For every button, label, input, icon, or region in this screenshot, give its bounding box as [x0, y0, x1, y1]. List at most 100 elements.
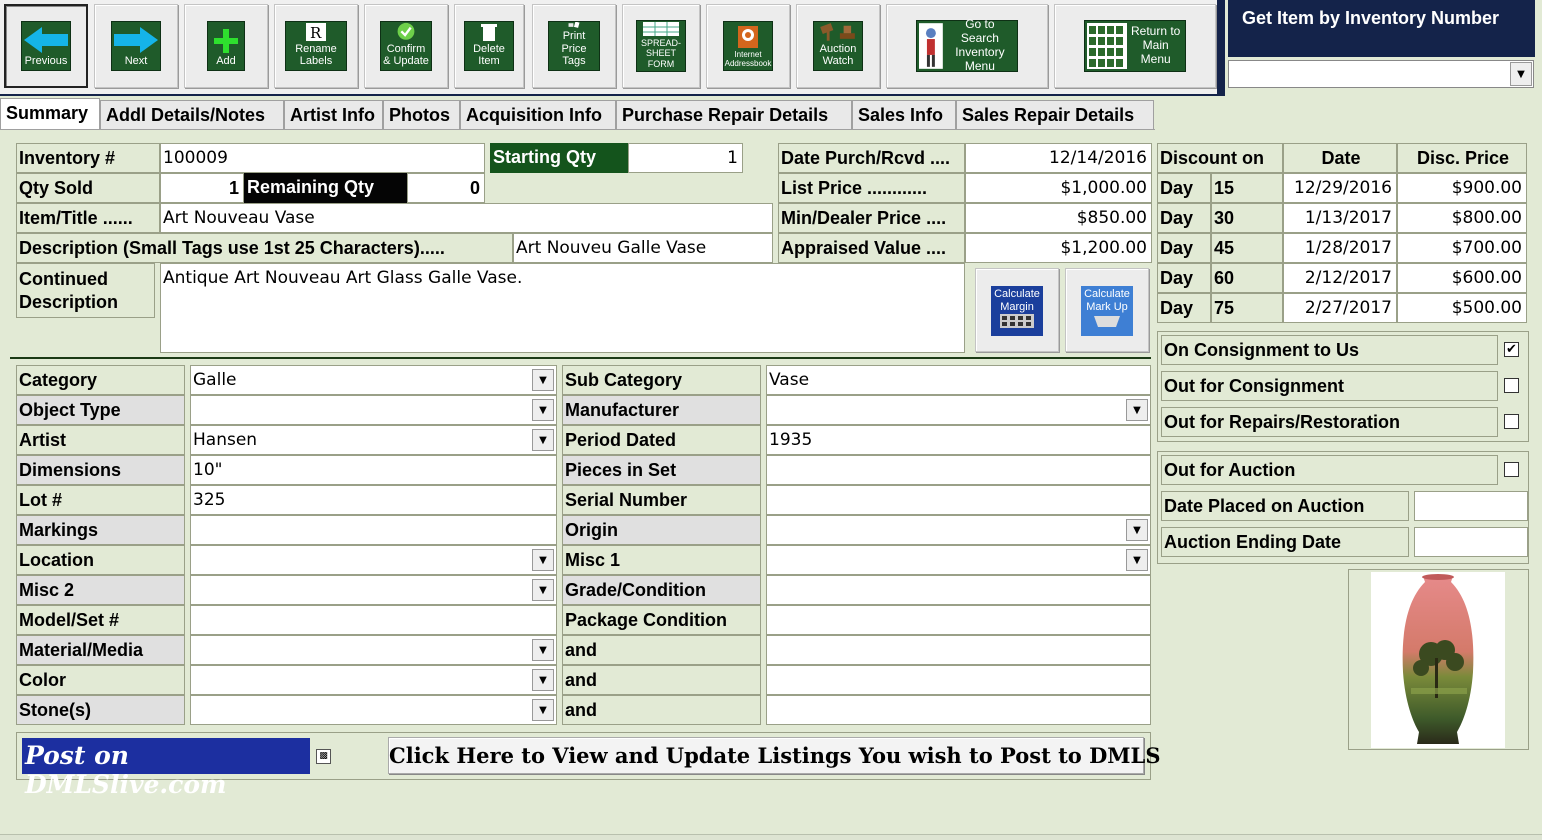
next-button[interactable]: Next [94, 4, 178, 88]
starting-qty-field[interactable]: 1 [628, 143, 743, 173]
tab-addl-details[interactable]: Addl Details/Notes [100, 100, 284, 129]
inventory-field[interactable]: 100009 [160, 143, 485, 173]
detail-label: and [562, 665, 761, 695]
detail-combo[interactable]: ▼ [766, 395, 1151, 425]
item-photo [1371, 572, 1505, 748]
detail-value: Hansen [193, 430, 258, 450]
discount-day-label: Day [1157, 293, 1211, 323]
inventory-label: Inventory # [16, 143, 160, 173]
tab-artist-info[interactable]: Artist Info [284, 100, 383, 129]
detail-value: 10" [193, 460, 223, 480]
list-price-field[interactable]: $1,000.00 [965, 173, 1152, 203]
detail-field[interactable] [766, 665, 1151, 695]
detail-combo[interactable]: Hansen ▼ [190, 425, 557, 455]
discount-days: 30 [1211, 203, 1283, 233]
detail-label: Grade/Condition [562, 575, 761, 605]
detail-field[interactable] [766, 455, 1151, 485]
tab-summary[interactable]: Summary [0, 98, 100, 129]
trash-icon [481, 23, 497, 41]
out-auction-checkbox[interactable] [1504, 462, 1519, 477]
detail-combo[interactable]: ▼ [190, 545, 557, 575]
tab-sales-repair-details[interactable]: Sales Repair Details [956, 100, 1154, 129]
detail-label: Lot # [16, 485, 185, 515]
detail-field[interactable]: 10" [190, 455, 557, 485]
get-item-combo[interactable]: ▼ [1228, 60, 1534, 88]
globe-icon [738, 25, 758, 48]
post-dmls-checkbox[interactable]: ▩ [316, 749, 331, 764]
detail-combo[interactable]: ▼ [190, 395, 557, 425]
spreadsheet-form-button[interactable]: SPREAD- SHEET FORM [622, 4, 700, 88]
detail-combo[interactable]: ▼ [766, 545, 1151, 575]
go-to-search-inventory-button[interactable]: Go to Search Inventory Menu [886, 4, 1048, 88]
date-placed-auction-field[interactable] [1414, 491, 1528, 521]
remaining-qty-field[interactable]: 0 [407, 173, 485, 203]
qty-sold-field[interactable]: 1 [160, 173, 244, 203]
auction-watch-button[interactable]: Auction Watch [796, 4, 880, 88]
calculate-margin-button[interactable]: Calculate Margin [975, 268, 1059, 352]
tab-sales-info[interactable]: Sales Info [852, 100, 956, 129]
detail-combo[interactable]: Galle ▼ [190, 365, 557, 395]
continued-description-field[interactable]: Antique Art Nouveau Art Glass Galle Vase… [160, 263, 965, 353]
internet-addressbook-button[interactable]: Internet Addressbook [706, 4, 790, 88]
detail-label: Misc 2 [16, 575, 185, 605]
appraised-field[interactable]: $1,200.00 [965, 233, 1152, 263]
detail-label: Sub Category [562, 365, 761, 395]
previous-button[interactable]: Previous [4, 4, 88, 88]
tab-purchase-repair-details[interactable]: Purchase Repair Details [616, 100, 852, 129]
chevron-down-icon[interactable]: ▼ [1126, 519, 1148, 541]
detail-field[interactable] [766, 485, 1151, 515]
chevron-down-icon[interactable]: ▼ [532, 429, 554, 451]
chevron-down-icon[interactable]: ▼ [1126, 549, 1148, 571]
detail-label: Serial Number [562, 485, 761, 515]
confirm-update-button[interactable]: Confirm & Update [364, 4, 448, 88]
detail-combo[interactable]: ▼ [190, 665, 557, 695]
item-title-field[interactable]: Art Nouveau Vase [160, 203, 773, 233]
chevron-down-icon[interactable]: ▼ [532, 639, 554, 661]
detail-combo[interactable]: ▼ [190, 635, 557, 665]
date-purch-field[interactable]: 12/14/2016 [965, 143, 1152, 173]
chevron-down-icon[interactable]: ▼ [1126, 399, 1148, 421]
chevron-down-icon[interactable]: ▼ [532, 549, 554, 571]
discount-date-header: Date [1283, 143, 1397, 173]
section-divider [10, 357, 1151, 359]
chevron-down-icon[interactable]: ▼ [1510, 62, 1532, 86]
detail-field[interactable] [766, 575, 1151, 605]
add-button[interactable]: Add [184, 4, 268, 88]
detail-value: Vase [769, 370, 810, 390]
detail-field[interactable]: Vase [766, 365, 1151, 395]
return-to-main-menu-button[interactable]: Return to Main Menu [1054, 4, 1216, 88]
auction-ending-date-field[interactable] [1414, 527, 1528, 557]
chevron-down-icon[interactable]: ▼ [532, 669, 554, 691]
toolbar-edge [1217, 0, 1225, 96]
detail-label: Pieces in Set [562, 455, 761, 485]
print-price-tags-button[interactable]: Print Price Tags [532, 4, 616, 88]
detail-field[interactable] [190, 605, 557, 635]
dmls-logo: Post on DMLSlive.com [22, 738, 310, 799]
discount-day-label: Day [1157, 173, 1211, 203]
detail-field[interactable]: 1935 [766, 425, 1151, 455]
chevron-down-icon[interactable]: ▼ [532, 699, 554, 721]
detail-value: Galle [193, 370, 237, 390]
plus-icon [214, 29, 238, 54]
rename-labels-button[interactable]: R Rename Labels [274, 4, 358, 88]
detail-combo[interactable]: ▼ [766, 515, 1151, 545]
chevron-down-icon[interactable]: ▼ [532, 399, 554, 421]
chevron-down-icon[interactable]: ▼ [532, 579, 554, 601]
continued-description-label: Continued Description [16, 263, 155, 318]
detail-field[interactable] [766, 605, 1151, 635]
tab-acquisition-info[interactable]: Acquisition Info [460, 100, 616, 129]
detail-field[interactable] [766, 635, 1151, 665]
detail-combo[interactable]: ▼ [190, 575, 557, 605]
detail-field[interactable]: 325 [190, 485, 557, 515]
detail-field[interactable] [766, 695, 1151, 725]
tab-photos[interactable]: Photos [383, 100, 460, 129]
detail-field[interactable] [190, 515, 557, 545]
discount-days: 60 [1211, 263, 1283, 293]
description-field[interactable]: Art Nouveu Galle Vase [513, 233, 773, 263]
view-update-dmls-listings-button[interactable]: Click Here to View and Update Listings Y… [388, 737, 1160, 774]
detail-combo[interactable]: ▼ [190, 695, 557, 725]
chevron-down-icon[interactable]: ▼ [532, 369, 554, 391]
calculate-markup-button[interactable]: Calculate Mark Up [1065, 268, 1149, 352]
delete-item-button[interactable]: Delete Item [454, 4, 524, 88]
min-price-field[interactable]: $850.00 [965, 203, 1152, 233]
